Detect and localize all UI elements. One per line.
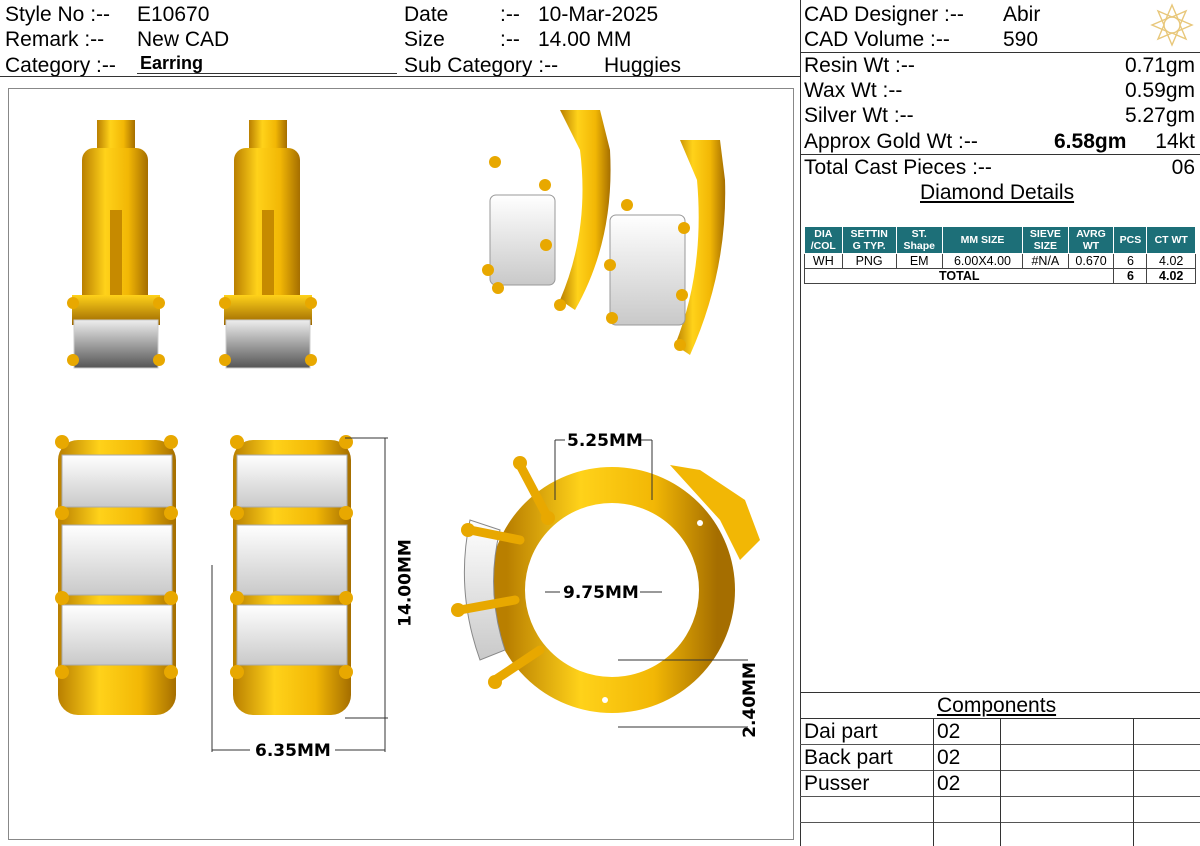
cell-setting-type: PNG: [841, 253, 897, 269]
front-view-earring: [55, 435, 178, 715]
cell-sieve-size: #N/A: [1022, 253, 1069, 269]
components-top-border: [800, 692, 1200, 693]
cell-ct-wt: 4.02: [1146, 253, 1196, 269]
cast-value: 06: [1171, 156, 1195, 179]
gold-karat: 14kt: [1155, 130, 1195, 153]
header-pcs: PCS: [1113, 226, 1148, 254]
gold-value: 6.58gm: [1054, 130, 1127, 153]
front-view-earring: [230, 435, 353, 715]
header-stone-shape: ST. Shape: [895, 226, 943, 254]
cell-stone-shape: EM: [895, 253, 943, 269]
header-sieve-size: SIEVE SIZE: [1022, 226, 1069, 254]
dim-width-label: 6.35MM: [255, 741, 331, 761]
resin-label: Resin Wt :--: [804, 54, 915, 77]
components-col-divider: [1000, 719, 1001, 846]
component-qty: 02: [937, 772, 961, 795]
cell-pcs: 6: [1113, 253, 1148, 269]
diamond-table: DIA/COL SETTIN G TYP. ST. Shape MM SIZE SI…: [803, 226, 1196, 284]
dim-top-width-label: 5.25MM: [567, 431, 643, 451]
gold-label: Approx Gold Wt :--: [804, 130, 978, 153]
cell-avrg-wt: 0.670: [1067, 253, 1115, 269]
total-ct: 4.02: [1146, 268, 1196, 284]
dim-height-label: 14.00MM: [395, 539, 416, 627]
component-name: Back part: [804, 746, 893, 769]
earring-renderings: [55, 110, 760, 752]
header-ct-wt: CT WT: [1146, 226, 1196, 254]
components-col-divider: [933, 719, 934, 846]
header-avrg-wt: AVRG WT: [1067, 226, 1115, 254]
cad-designer-label: CAD Designer :--: [804, 3, 964, 26]
header-setting-type: SETTIN G TYP.: [841, 226, 897, 254]
dim-inner-diameter-label: 9.75MM: [563, 583, 639, 603]
side-view-earring: [219, 120, 317, 369]
dim-thickness-label: 2.40MM: [740, 662, 760, 738]
cell-dia-col: WH: [804, 253, 843, 269]
component-name: Dai part: [804, 720, 878, 743]
perspective-view-earring: [482, 110, 611, 311]
components-col-divider: [1133, 719, 1134, 846]
cad-volume-label: CAD Volume :--: [804, 28, 950, 51]
diamond-table-header: DIA/COL SETTIN G TYP. ST. Shape MM SIZE SI…: [804, 226, 1196, 254]
wax-value: 0.59gm: [1124, 79, 1195, 102]
wax-label: Wax Wt :--: [804, 79, 903, 102]
component-name: Pusser: [804, 772, 870, 795]
cast-label: Total Cast Pieces :--: [804, 156, 992, 179]
silver-label: Silver Wt :--: [804, 104, 914, 127]
header-dia-col: DIA/COL: [804, 226, 843, 254]
component-qty: 02: [937, 720, 961, 743]
resin-value: 0.71gm: [1124, 54, 1195, 77]
brand-logo-icon: [1150, 3, 1194, 47]
specs-divider: [800, 52, 1200, 53]
components-title: Components: [937, 694, 1057, 717]
cad-designer-value: Abir: [1003, 3, 1041, 26]
gold-divider: [800, 154, 1200, 155]
total-label: TOTAL: [803, 268, 1115, 284]
side-view-earring: [67, 120, 165, 369]
cad-volume-value: 590: [1003, 28, 1039, 51]
header-mm-size: MM SIZE: [941, 226, 1024, 254]
perspective-view-earring: [604, 140, 726, 355]
table-total-row: TOTAL 6 4.02: [803, 268, 1196, 284]
silver-value: 5.27gm: [1124, 104, 1195, 127]
table-row: WH PNG EM 6.00X4.00 #N/A 0.670 6 4.02: [804, 253, 1196, 269]
diamond-details-title: Diamond Details: [920, 181, 1075, 204]
cell-mm-size: 6.00X4.00: [941, 253, 1024, 269]
total-pcs: 6: [1113, 268, 1148, 284]
hoop-profile-earring: [451, 456, 760, 713]
component-qty: 02: [937, 746, 961, 769]
